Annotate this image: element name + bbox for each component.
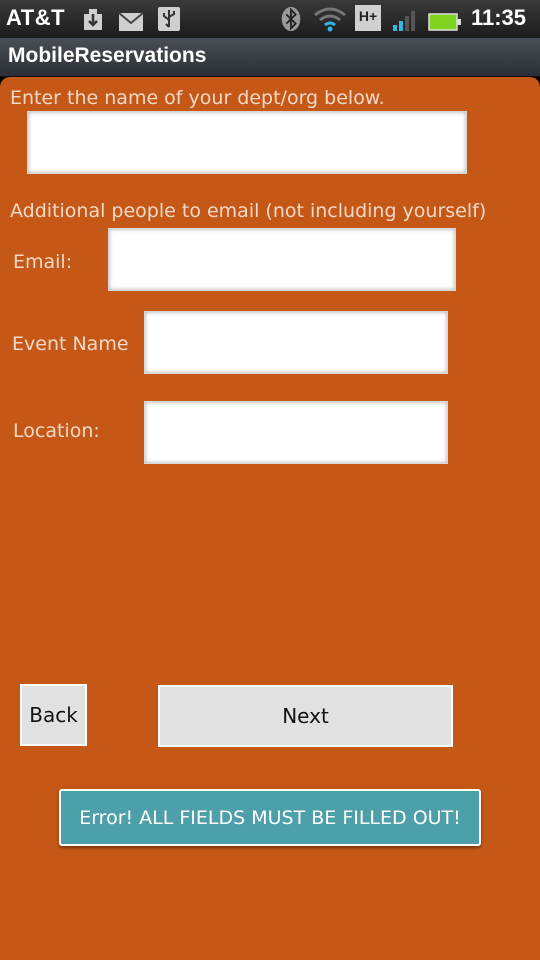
email-input[interactable] — [108, 228, 456, 291]
dept-org-input[interactable] — [27, 111, 467, 174]
mail-icon — [118, 12, 144, 31]
next-button[interactable]: Next — [158, 685, 453, 747]
location-input[interactable] — [144, 401, 448, 464]
download-icon — [84, 9, 102, 30]
location-label: Location: — [13, 420, 100, 442]
battery-icon — [428, 13, 461, 31]
network-type: H+ — [358, 8, 378, 24]
carrier-name: AT&T — [6, 5, 66, 30]
additional-people-label: Additional people to email (not includin… — [10, 200, 487, 222]
error-message-button[interactable]: Error! ALL FIELDS MUST BE FILLED OUT! — [59, 789, 481, 846]
dept-label: Enter the name of your dept/org below. — [10, 87, 385, 109]
network-h-plus-icon: H+ — [355, 5, 381, 31]
signal-icon — [393, 11, 415, 31]
clock: 11:35 — [470, 5, 526, 30]
status-bar: AT&T H+ 11:35 — [0, 0, 540, 38]
bluetooth-icon — [281, 6, 301, 32]
app-title: MobileReservations — [8, 44, 207, 67]
usb-icon — [158, 7, 180, 31]
event-name-input[interactable] — [144, 311, 448, 374]
email-label: Email: — [13, 251, 73, 273]
back-button[interactable]: Back — [20, 684, 87, 746]
wifi-icon — [314, 7, 346, 32]
app-title-bar: MobileReservations — [0, 38, 540, 77]
event-name-label: Event Name — [12, 333, 129, 355]
